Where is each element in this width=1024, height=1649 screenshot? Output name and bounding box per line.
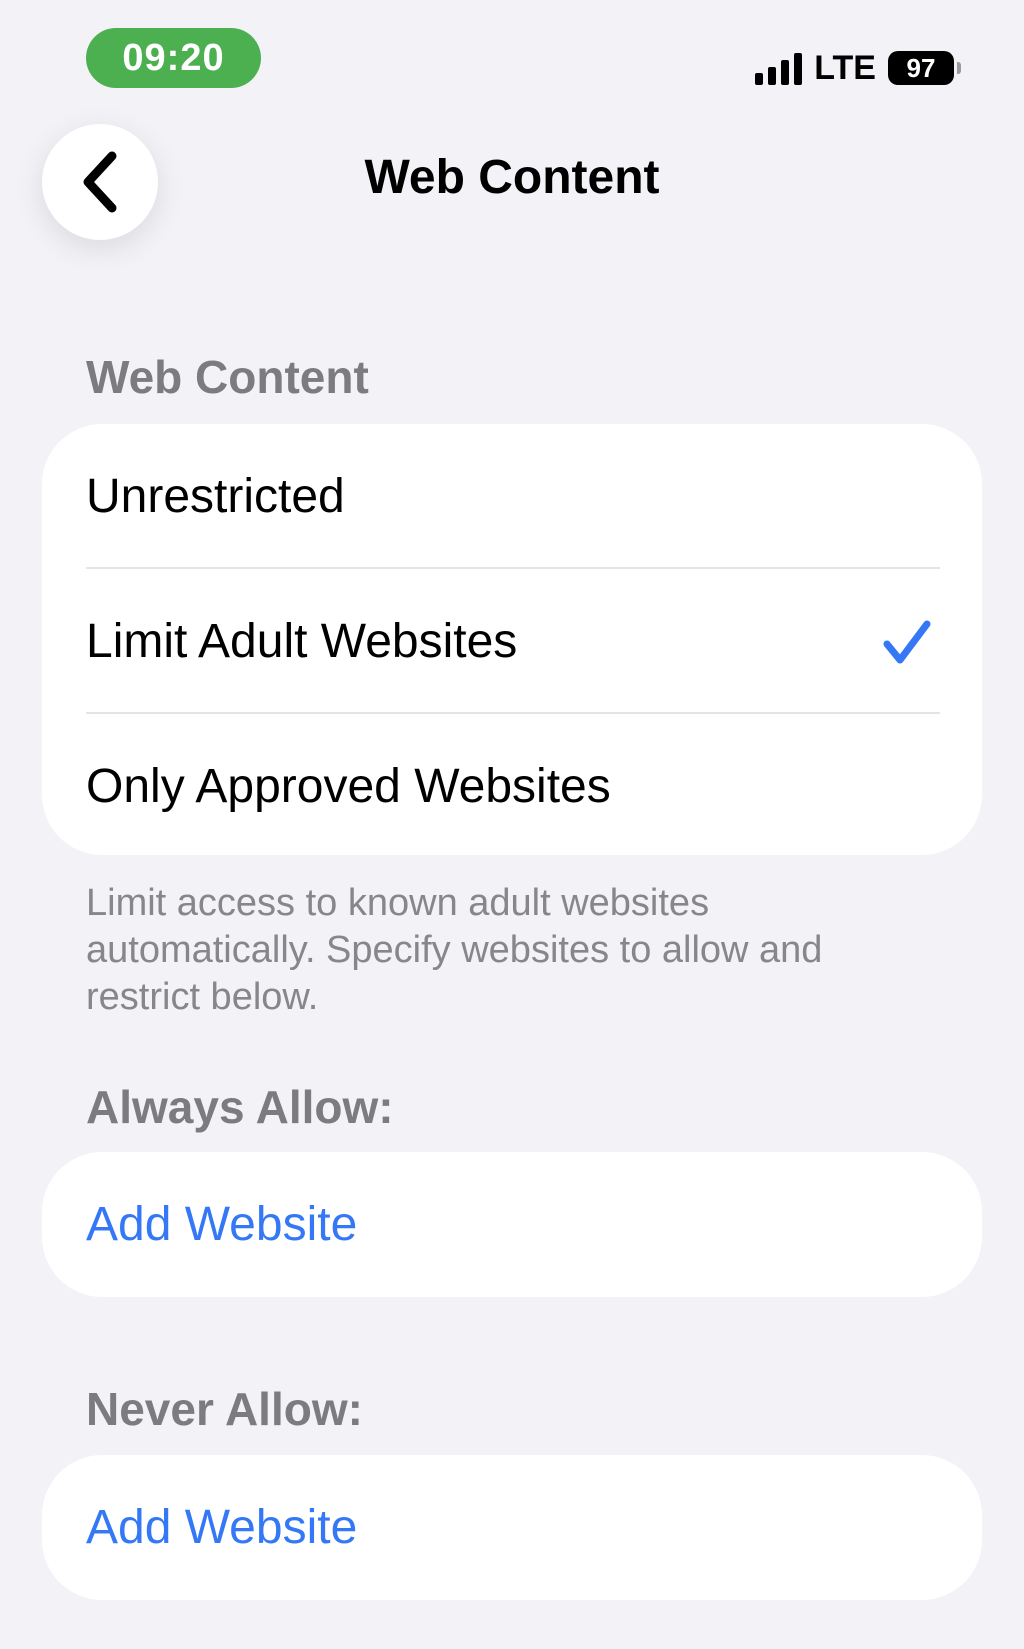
web-content-options-group: Unrestricted Limit Adult Websites Only A… xyxy=(42,424,982,855)
option-label: Unrestricted xyxy=(86,470,345,523)
battery-level: 97 xyxy=(906,52,936,83)
section-header-always-allow: Always Allow: xyxy=(86,1081,394,1133)
page-title: Web Content xyxy=(364,151,660,204)
section-header-never-allow: Never Allow: xyxy=(86,1383,363,1435)
checkmark-icon xyxy=(883,620,931,663)
option-only-approved-websites[interactable]: Only Approved Websites xyxy=(42,714,982,855)
always-allow-group: Add Website xyxy=(42,1152,982,1297)
option-label: Limit Adult Websites xyxy=(86,615,518,668)
option-label: Only Approved Websites xyxy=(86,760,611,813)
section-header-web-content: Web Content xyxy=(86,351,369,403)
web-content-footer-note: Limit access to known adult websites aut… xyxy=(86,882,823,1018)
network-type: LTE xyxy=(814,48,876,87)
option-unrestricted[interactable]: Unrestricted xyxy=(42,424,982,569)
battery-icon: 97 xyxy=(888,51,961,85)
never-allow-group: Add Website xyxy=(42,1455,982,1600)
option-limit-adult-websites[interactable]: Limit Adult Websites xyxy=(42,569,982,714)
add-website-label: Add Website xyxy=(86,1198,358,1251)
status-indicators: LTE 97 xyxy=(755,48,961,88)
status-time: 09:20 xyxy=(86,28,261,88)
add-website-label: Add Website xyxy=(86,1501,358,1554)
always-allow-add-website-button[interactable]: Add Website xyxy=(42,1152,982,1297)
never-allow-add-website-button[interactable]: Add Website xyxy=(42,1455,982,1600)
signal-icon xyxy=(755,51,803,85)
